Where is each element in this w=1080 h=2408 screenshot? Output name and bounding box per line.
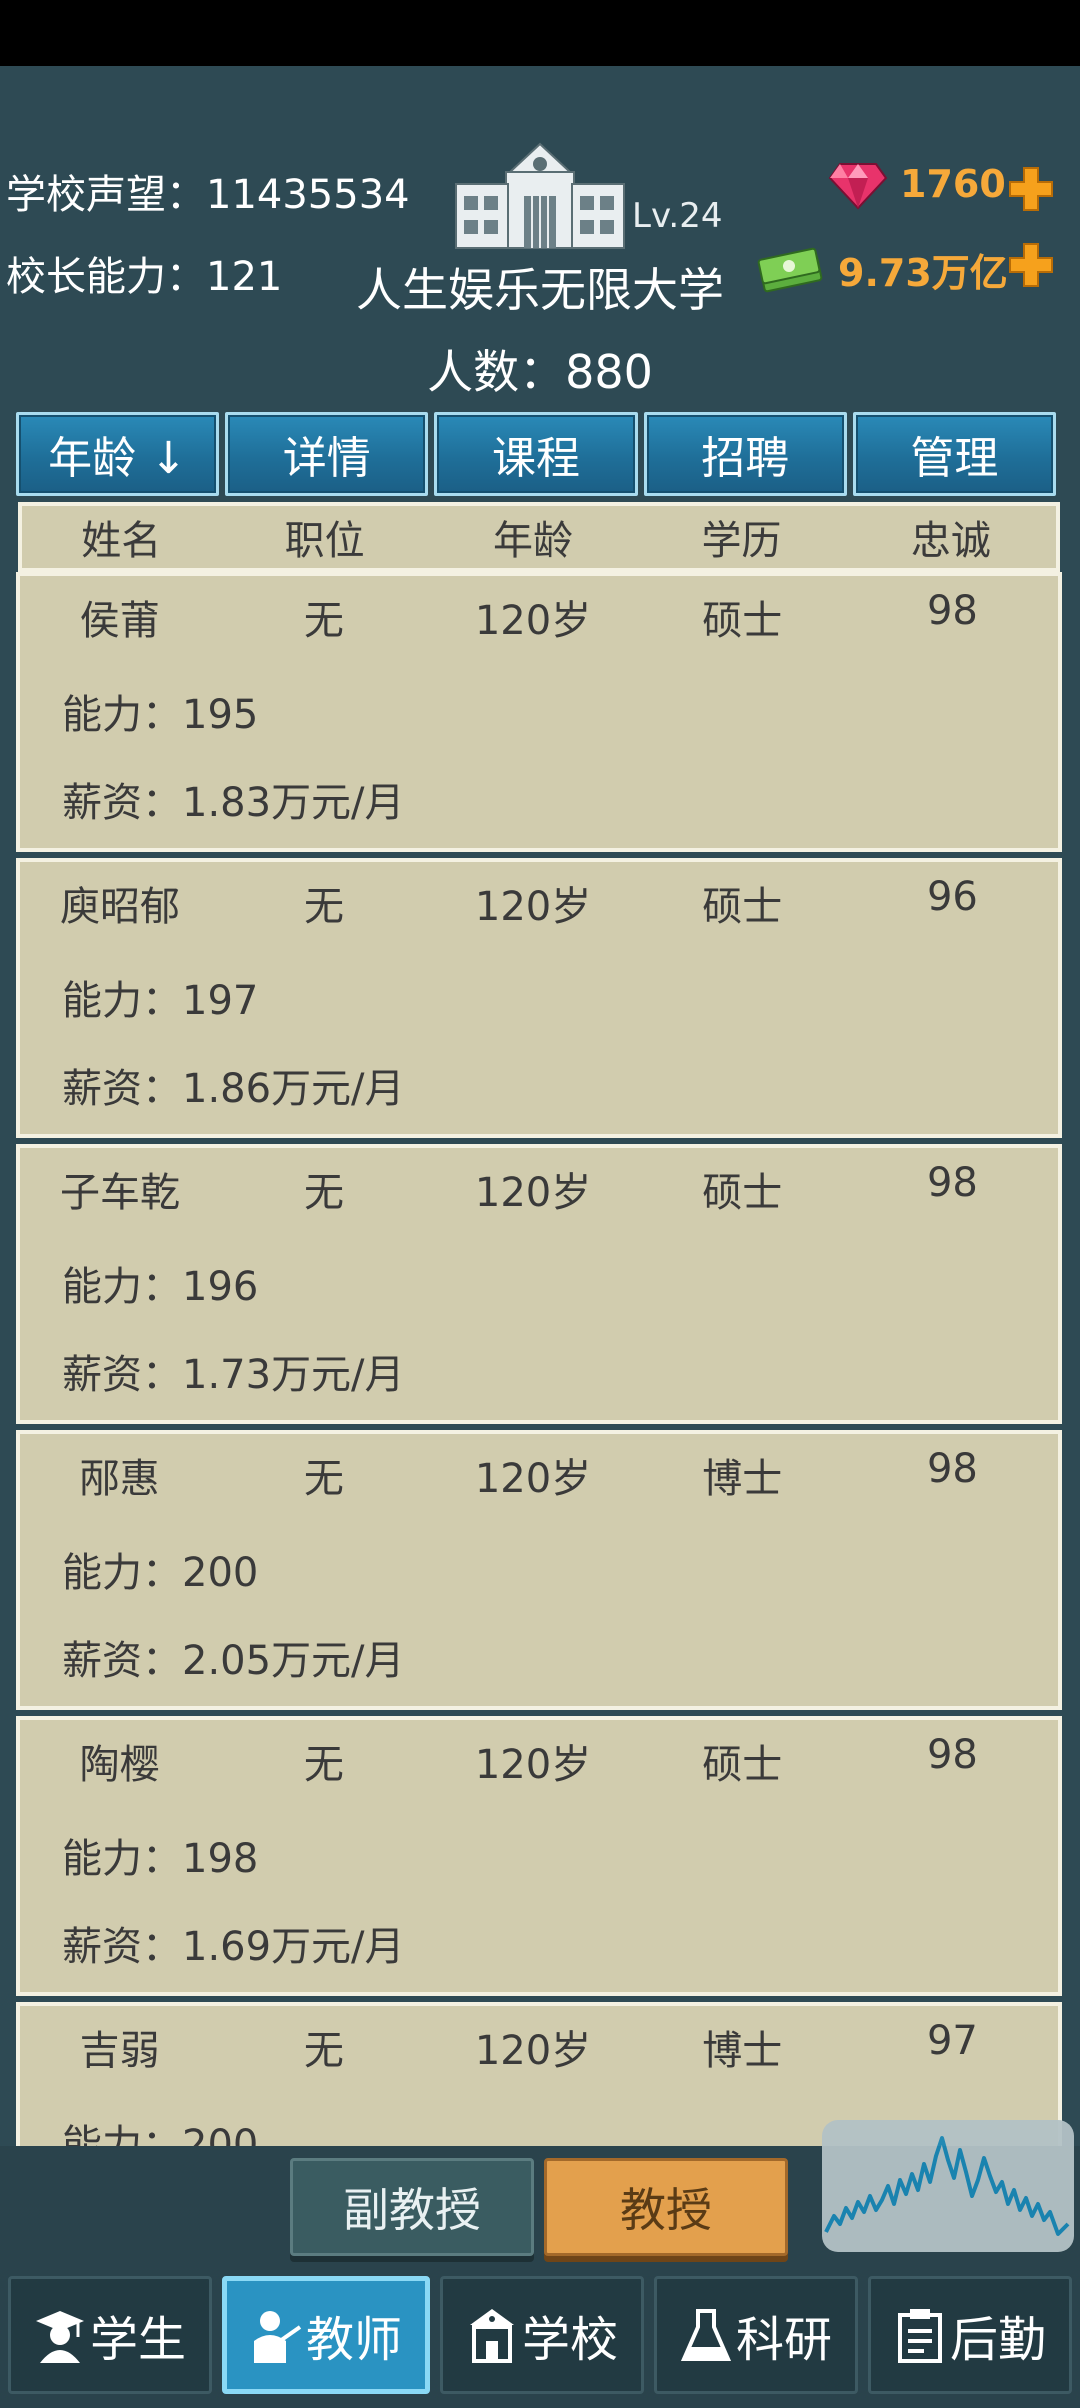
reputation-stat: 学校声望：11435534: [6, 162, 410, 220]
teacher-salary: 薪资：1.83万元/月: [62, 780, 405, 826]
school-level: Lv.24: [632, 196, 723, 236]
teacher-card[interactable]: 陶樱 无 120岁 硕士 98 能力：198 薪资：1.69万元/月: [16, 1716, 1062, 1996]
tab-sort-age[interactable]: 年龄 ↓: [16, 412, 220, 496]
nav-school-label: 学校: [521, 2312, 618, 2368]
teacher-name: 子车乾: [60, 1170, 180, 1216]
count-value: 880: [565, 345, 653, 399]
add-money-icon[interactable]: [1006, 240, 1056, 290]
gem-count: 1760: [900, 162, 1006, 206]
teacher-card[interactable]: 邴惠 无 120岁 博士 98 能力：200 薪资：2.05万元/月: [16, 1430, 1062, 1710]
money-icon: [757, 247, 823, 293]
header-degree: 学历: [701, 518, 782, 564]
teacher-position: 无: [303, 598, 344, 644]
table-header: 姓名 职位 年龄 学历 忠诚: [18, 502, 1060, 572]
header-position: 职位: [284, 518, 365, 564]
teacher-age: 120岁: [474, 2028, 592, 2074]
associate-professor-button[interactable]: 副教授: [290, 2158, 534, 2256]
tab-recruit[interactable]: 招聘: [643, 412, 847, 496]
teacher-salary: 薪资：1.69万元/月: [62, 1924, 405, 1970]
teacher-age: 120岁: [474, 1742, 592, 1788]
nav-research[interactable]: 科研: [654, 2276, 858, 2394]
student-icon: [35, 2311, 84, 2363]
tab-manage[interactable]: 管理: [852, 412, 1057, 496]
status-bar: [0, 0, 1080, 66]
money-count: 9.73万亿: [838, 251, 1008, 295]
teacher-card[interactable]: 庾昭郁 无 120岁 硕士 96 能力：197 薪资：1.86万元/月: [16, 858, 1062, 1138]
count-label: 人数：: [427, 345, 566, 399]
gem-icon: [828, 163, 888, 210]
teacher-name: 侯莆: [79, 598, 160, 644]
nav-students[interactable]: 学生: [8, 2276, 212, 2394]
school-icon: [469, 2309, 514, 2363]
school-building-icon[interactable]: [450, 140, 630, 252]
teacher-name: 吉弱: [79, 2028, 160, 2074]
tab-courses[interactable]: 课程: [434, 412, 638, 496]
teacher-position: 无: [303, 1170, 344, 1216]
nav-research-label: 科研: [735, 2312, 832, 2368]
teacher-ability: 能力：200: [62, 1550, 259, 1596]
teacher-degree: 硕士: [702, 884, 783, 930]
teacher-salary: 薪资：1.73万元/月: [62, 1352, 405, 1398]
teacher-degree: 硕士: [702, 598, 783, 644]
teacher-tabs: 年龄 ↓ 详情 课程 招聘 管理: [16, 412, 1057, 496]
teacher-name: 陶樱: [79, 1742, 160, 1788]
header-loyalty: 忠诚: [910, 518, 991, 564]
teacher-age: 120岁: [474, 1170, 592, 1216]
teacher-list[interactable]: 侯莆 无 120岁 硕士 98 能力：195 薪资：1.83万元/月 庾昭郁 无…: [16, 572, 1062, 2146]
nav-teachers-label: 教师: [305, 2312, 402, 2368]
teacher-position: 无: [303, 2028, 344, 2074]
nav-students-label: 学生: [89, 2312, 186, 2368]
teacher-position: 无: [303, 1456, 344, 1502]
teacher-loyalty: 98: [926, 588, 978, 634]
nav-logistics-label: 后勤: [949, 2312, 1046, 2368]
teacher-card[interactable]: 子车乾 无 120岁 硕士 98 能力：196 薪资：1.73万元/月: [16, 1144, 1062, 1424]
teacher-degree: 博士: [702, 1456, 783, 1502]
teacher-ability: 能力：198: [62, 1836, 259, 1882]
teacher-ability: 能力：195: [62, 692, 259, 738]
teacher-name: 邴惠: [79, 1456, 160, 1502]
teacher-ability: 能力：200: [62, 2122, 259, 2146]
professor-button[interactable]: 教授: [544, 2158, 788, 2256]
reputation-value: 11435534: [206, 172, 410, 218]
nav-teachers[interactable]: 教师: [222, 2276, 430, 2394]
teacher-position: 无: [303, 1742, 344, 1788]
teacher-degree: 硕士: [702, 1170, 783, 1216]
header-age: 年龄: [493, 518, 574, 564]
header-name: 姓名: [81, 518, 162, 564]
teacher-card[interactable]: 侯莆 无 120岁 硕士 98 能力：195 薪资：1.83万元/月: [16, 572, 1062, 852]
bottom-nav: 学生 教师 学校 科研 后勤: [8, 2276, 1072, 2394]
teacher-icon: [253, 2311, 302, 2363]
nav-logistics[interactable]: 后勤: [868, 2276, 1072, 2394]
trend-chart-widget[interactable]: [822, 2120, 1074, 2252]
teacher-name: 庾昭郁: [60, 884, 180, 930]
flask-icon: [680, 2309, 732, 2361]
student-count: 人数：880: [0, 336, 1080, 402]
teacher-salary: 薪资：1.86万元/月: [62, 1066, 405, 1112]
teacher-salary: 薪资：2.05万元/月: [62, 1638, 405, 1684]
tab-details[interactable]: 详情: [225, 412, 429, 496]
teacher-age: 120岁: [474, 598, 592, 644]
reputation-label: 学校声望：: [6, 172, 206, 218]
add-gems-icon[interactable]: [1006, 164, 1056, 214]
teacher-ability: 能力：196: [62, 1264, 259, 1310]
trend-line-icon: [824, 2136, 1070, 2236]
teacher-age: 120岁: [474, 884, 592, 930]
teacher-loyalty: 98: [926, 1160, 978, 1206]
clipboard-icon: [897, 2309, 942, 2363]
teacher-age: 120岁: [474, 1456, 592, 1502]
teacher-degree: 博士: [702, 2028, 783, 2074]
teacher-loyalty: 98: [926, 1446, 978, 1492]
teacher-position: 无: [303, 884, 344, 930]
teacher-loyalty: 97: [926, 2018, 978, 2064]
nav-school[interactable]: 学校: [440, 2276, 644, 2394]
teacher-loyalty: 98: [926, 1732, 978, 1778]
teacher-degree: 硕士: [702, 1742, 783, 1788]
teacher-loyalty: 96: [926, 874, 978, 920]
teacher-ability: 能力：197: [62, 978, 259, 1024]
